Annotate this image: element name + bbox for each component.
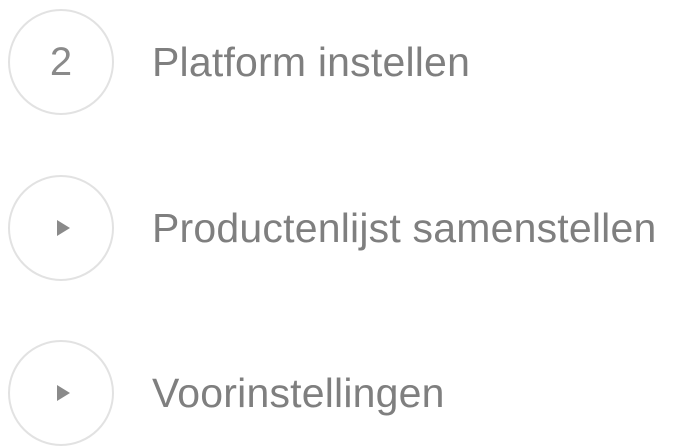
step-voorinstellingen[interactable]: Voorinstellingen — [8, 338, 445, 448]
step-number: 2 — [49, 40, 73, 84]
step-label: Voorinstellingen — [152, 369, 445, 416]
step-play-circle[interactable] — [8, 175, 114, 281]
step-play-circle[interactable] — [8, 340, 114, 446]
step-productenlijst-samenstellen[interactable]: Productenlijst samenstellen — [8, 173, 657, 283]
play-icon — [56, 385, 70, 401]
step-number-circle: 2 — [8, 9, 114, 115]
step-label: Platform instellen — [152, 38, 471, 85]
step-list: 2 Platform instellen Productenlijst same… — [0, 0, 691, 447]
play-icon — [56, 220, 70, 236]
step-label: Productenlijst samenstellen — [152, 204, 657, 251]
step-platform-instellen[interactable]: 2 Platform instellen — [8, 7, 470, 117]
